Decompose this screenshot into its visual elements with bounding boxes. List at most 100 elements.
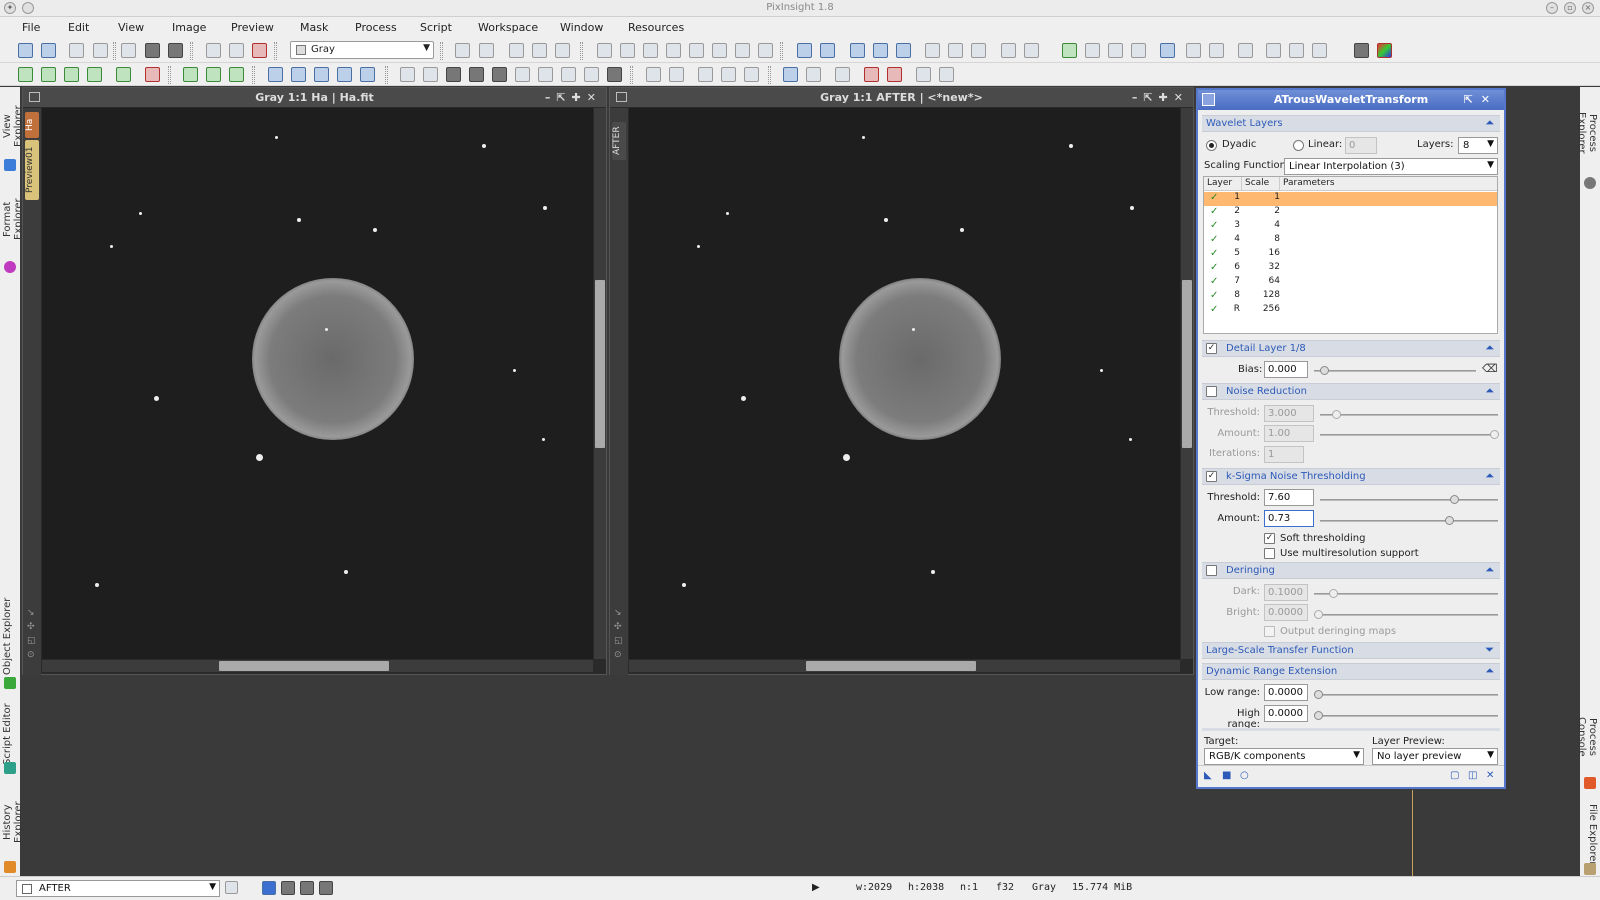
output-deringing-checkbox[interactable] xyxy=(1264,626,1275,637)
tool12-icon[interactable] xyxy=(721,67,736,82)
table-row[interactable]: ✓ 1 1 xyxy=(1204,192,1497,206)
reset-icon[interactable]: ✕ xyxy=(1486,771,1497,782)
image-canvas-after[interactable] xyxy=(629,108,1180,659)
preview-new-icon[interactable] xyxy=(18,67,33,82)
stf3-icon[interactable] xyxy=(300,881,314,895)
scaling-function-combo[interactable]: Linear Interpolation (3) ▼ xyxy=(1284,158,1498,175)
tab-process-console[interactable]: Process Console xyxy=(1576,697,1598,777)
collapse-icon[interactable]: ⏶ xyxy=(1485,116,1494,130)
monitor-icon[interactable] xyxy=(783,67,798,82)
nr-threshold-knob[interactable] xyxy=(1332,410,1341,419)
window-controls[interactable]: –⇱✚✕ xyxy=(545,88,602,107)
check-icon[interactable]: ✓ xyxy=(1210,206,1218,217)
detail-layer-checkbox[interactable]: ✓ xyxy=(1206,343,1217,354)
vertical-scrollbar[interactable] xyxy=(1181,108,1193,659)
zoom-1-icon[interactable] xyxy=(850,43,865,58)
dark-slider-knob[interactable] xyxy=(1329,589,1338,598)
table2-icon[interactable] xyxy=(669,67,684,82)
horizontal-scrollbar[interactable] xyxy=(42,660,593,672)
screen2-icon[interactable] xyxy=(168,43,183,58)
tool7-icon[interactable] xyxy=(538,67,553,82)
view-tools-icons[interactable]: ↘ ✣ ◱ ⊙ xyxy=(614,606,623,662)
bias-slider-knob[interactable] xyxy=(1320,366,1329,375)
layer-preview-combo[interactable]: No layer preview ▼ xyxy=(1372,748,1498,765)
rotate2-icon[interactable] xyxy=(291,67,306,82)
monitor5-icon[interactable] xyxy=(887,67,902,82)
check-icon[interactable]: ✓ xyxy=(1210,290,1218,301)
process10-icon[interactable] xyxy=(1289,43,1304,58)
check-icon[interactable]: ✓ xyxy=(1210,304,1218,315)
mirror-h-icon[interactable] xyxy=(337,67,352,82)
panel-controls[interactable]: ⇱✕ xyxy=(1464,90,1498,110)
bias-slider[interactable] xyxy=(1314,366,1476,375)
cube3-icon[interactable] xyxy=(229,67,244,82)
monitor3-icon[interactable] xyxy=(835,67,850,82)
track-view-icon[interactable]: ◫ xyxy=(1468,771,1479,782)
redo-icon[interactable] xyxy=(41,43,56,58)
tool3-icon[interactable] xyxy=(446,67,461,82)
preview-restore-icon[interactable] xyxy=(87,67,102,82)
collapse-icon[interactable]: ⏶ xyxy=(1485,384,1494,398)
nr-iterations-spinbox[interactable]: 1 xyxy=(1264,446,1304,463)
section-detail-layer[interactable]: ✓ Detail Layer 1/8 ⏶ xyxy=(1202,340,1500,357)
tile2-icon[interactable] xyxy=(1024,43,1039,58)
cube1-icon[interactable] xyxy=(183,67,198,82)
menu-edit[interactable]: Edit xyxy=(68,21,89,34)
section-wavelet-layers[interactable]: Wavelet Layers ⏶ xyxy=(1202,115,1500,132)
tab-view-explorer[interactable]: View Explorer xyxy=(2,93,24,159)
table-row[interactable]: ✓ 7 64 xyxy=(1204,276,1497,290)
zoom-fit-icon[interactable] xyxy=(873,43,888,58)
process9-icon[interactable] xyxy=(1266,43,1281,58)
tab-after[interactable]: AFTER xyxy=(612,122,626,160)
tab-object-explorer[interactable]: Object Explorer xyxy=(2,597,18,675)
tile-icon[interactable] xyxy=(1001,43,1016,58)
expand-icon[interactable] xyxy=(643,43,658,58)
readout-icon[interactable] xyxy=(735,43,750,58)
ks-threshold-knob[interactable] xyxy=(1450,495,1459,504)
zoom-out-icon[interactable] xyxy=(820,43,835,58)
frame-icon[interactable] xyxy=(925,43,940,58)
tab-process-explorer[interactable]: Process Explorer xyxy=(1576,93,1598,173)
nr-amount-knob[interactable] xyxy=(1490,430,1499,439)
op1-icon[interactable] xyxy=(509,43,524,58)
table-row[interactable]: ✓ R 256 xyxy=(1204,304,1497,318)
collapse-icon[interactable]: ⏶ xyxy=(1485,341,1494,355)
frame2-icon[interactable] xyxy=(948,43,963,58)
menu-window[interactable]: Window xyxy=(560,21,603,34)
tab-history-explorer[interactable]: History Explorer xyxy=(2,782,24,862)
process3-icon[interactable] xyxy=(1108,43,1123,58)
vertical-scrollbar-thumb[interactable] xyxy=(1182,280,1192,448)
section-deringing[interactable]: Deringing ⏶ xyxy=(1202,562,1500,579)
menu-preview[interactable]: Preview xyxy=(231,21,274,34)
nr-amount-field[interactable]: 1.00 xyxy=(1264,425,1314,442)
pointer-icon[interactable] xyxy=(758,43,773,58)
process7-icon[interactable] xyxy=(1209,43,1224,58)
monitor2-icon[interactable] xyxy=(806,67,821,82)
check-icon[interactable]: ✓ xyxy=(1210,276,1218,287)
image-window-after[interactable]: Gray 1:1 AFTER | <*new*> –⇱✚✕ AFTER ↘ ✣ ◱ ⊙ xyxy=(609,87,1194,675)
bright-field[interactable]: 0.0000 xyxy=(1264,604,1308,621)
mirror-v-icon[interactable] xyxy=(360,67,375,82)
menu-file[interactable]: File xyxy=(22,21,40,34)
process11-icon[interactable] xyxy=(1312,43,1327,58)
tool11-icon[interactable] xyxy=(698,67,713,82)
colorspace-combo[interactable]: Gray ▼ xyxy=(290,41,434,59)
stf2-icon[interactable] xyxy=(281,881,295,895)
high-range-knob[interactable] xyxy=(1314,711,1323,720)
ruler-icon[interactable] xyxy=(712,43,727,58)
table-row[interactable]: ✓ 3 4 xyxy=(1204,220,1497,234)
clone-icon[interactable] xyxy=(455,43,470,58)
table-row[interactable]: ✓ 5 16 xyxy=(1204,248,1497,262)
horizontal-scrollbar-thumb[interactable] xyxy=(806,661,976,671)
view-selector-combo[interactable]: AFTER ▼ xyxy=(16,880,220,897)
section-dre[interactable]: Dynamic Range Extension ⏶ xyxy=(1202,663,1500,680)
preview-delete-icon[interactable] xyxy=(145,67,160,82)
bright-slider-knob[interactable] xyxy=(1314,610,1323,619)
horizontal-scrollbar[interactable] xyxy=(629,660,1180,672)
dark-slider[interactable] xyxy=(1314,589,1498,598)
horizontal-scrollbar-thumb[interactable] xyxy=(219,661,389,671)
preview-store-icon[interactable] xyxy=(64,67,79,82)
low-range-knob[interactable] xyxy=(1314,690,1323,699)
menu-mask[interactable]: Mask xyxy=(300,21,328,34)
save-icon[interactable] xyxy=(93,43,108,58)
